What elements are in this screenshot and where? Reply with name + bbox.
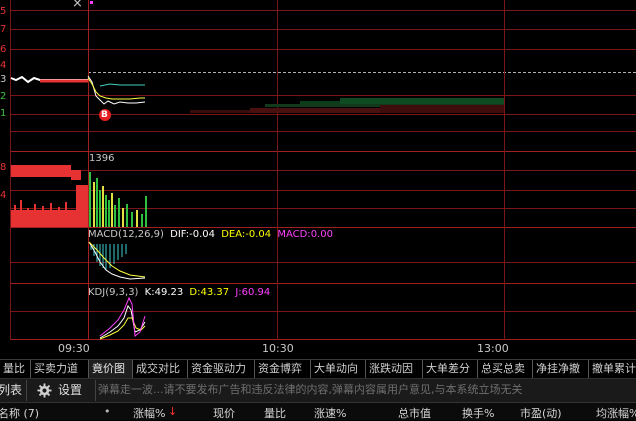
- tab-big-order-trend[interactable]: 大单动向: [311, 360, 366, 378]
- time-axis-label: 09:30: [58, 342, 90, 355]
- buy-marker-label: B: [101, 110, 108, 120]
- price-axis-label: 2: [0, 91, 7, 102]
- j-value: 60.94: [241, 287, 271, 298]
- list-button[interactable]: 列表: [0, 384, 22, 396]
- top-marker: [90, 1, 93, 4]
- close-icon[interactable]: ×: [72, 0, 83, 10]
- tab-auction-chart[interactable]: 竟价图: [89, 360, 133, 378]
- time-axis-label: 10:30: [262, 342, 294, 355]
- orderflow-bars: [190, 98, 504, 113]
- volume-axis-label: 8: [0, 162, 7, 173]
- macd-label: MACD:: [277, 229, 311, 240]
- stock-list-header: 名称 (7) • 涨幅% ↓ 现价 量比 涨速% 总市值 换手% 市盈(动) 均…: [0, 402, 636, 420]
- k-value: 49.23: [154, 287, 184, 298]
- d-label: D:: [189, 287, 201, 298]
- price-axis-label: 4: [0, 60, 7, 71]
- macd-name: MACD(12,26,9): [88, 229, 164, 240]
- settings-button[interactable]: 设置: [58, 384, 82, 396]
- kdj-d-line: [99, 317, 146, 340]
- tab-net-order-cancel[interactable]: 净挂净撤: [533, 360, 589, 378]
- tab-buy-sell-force[interactable]: 买卖力道: [31, 360, 89, 378]
- macd-histogram: [90, 244, 127, 270]
- dif-value: -0.04: [189, 229, 216, 240]
- tab-fund-game[interactable]: 资金博弈: [255, 360, 311, 378]
- d-value: 43.37: [200, 287, 230, 298]
- dea-label: DEA:: [221, 229, 246, 240]
- macd-legend: MACD(12,26,9) DIF:-0.04 DEA:-0.04 MACD:0…: [88, 229, 333, 241]
- tab-volume-ratio[interactable]: 量比: [0, 360, 31, 378]
- price-axis-label: 5: [0, 6, 7, 17]
- col-dot: •: [104, 405, 111, 418]
- price-axis-label: 1: [0, 108, 7, 119]
- kdj-legend: KDJ(9,3,3) K:49.23 D:43.37 J:60.94: [88, 287, 270, 299]
- chart-canvas: [0, 0, 636, 340]
- tab-big-order-diff[interactable]: 大单差分: [423, 360, 478, 378]
- dif-label: DIF:: [170, 229, 190, 240]
- tab-cancel-cumulative[interactable]: 撤单累计: [589, 360, 636, 378]
- price-axis-label: 3: [0, 74, 7, 85]
- price-axis-label: 6: [0, 44, 7, 55]
- intraday-price-line: [87, 75, 146, 105]
- gear-icon[interactable]: [37, 383, 52, 398]
- dea-value: -0.04: [245, 229, 272, 240]
- toolbar-divider: [95, 380, 96, 401]
- k-label: K:: [144, 287, 155, 298]
- toolbar-divider: [26, 380, 27, 401]
- cyan-line: [99, 83, 145, 87]
- volume-value: 1396: [89, 153, 115, 164]
- intraday-volume: [89, 172, 147, 227]
- bottom-toolbar: 列表 设置 弹幕走一波...请不要发布广告和违反法律的内容,弹幕内容属用户意见,…: [0, 378, 636, 402]
- tab-volume-compare[interactable]: 成交对比: [133, 360, 188, 378]
- price-axis-label: 7: [0, 24, 7, 35]
- danmaku-bar[interactable]: 弹幕走一波...请不要发布广告和违反法律的内容,弹幕内容属用户意见,与本系统立场…: [98, 379, 636, 402]
- indicator-tab-bar: 量比 买卖力道 竟价图 成交对比 资金驱动力 资金博弈 大单动向 涨跌动因 大单…: [0, 359, 636, 378]
- tab-rise-fall-cause[interactable]: 涨跌动因: [366, 360, 423, 378]
- time-axis-label: 13:00: [477, 342, 509, 355]
- tab-total-buy-sell[interactable]: 总买总卖: [478, 360, 533, 378]
- tab-fund-drive[interactable]: 资金驱动力: [188, 360, 255, 378]
- danmaku-marquee: 弹幕走一波...请不要发布广告和违反法律的内容,弹幕内容属用户意见,与本系统立场…: [98, 383, 523, 396]
- macd-value: 0.00: [310, 229, 333, 240]
- kdj-name: KDJ(9,3,3): [88, 287, 139, 298]
- volume-axis-label: 4: [0, 190, 7, 201]
- sort-desc-icon[interactable]: ↓: [168, 405, 177, 418]
